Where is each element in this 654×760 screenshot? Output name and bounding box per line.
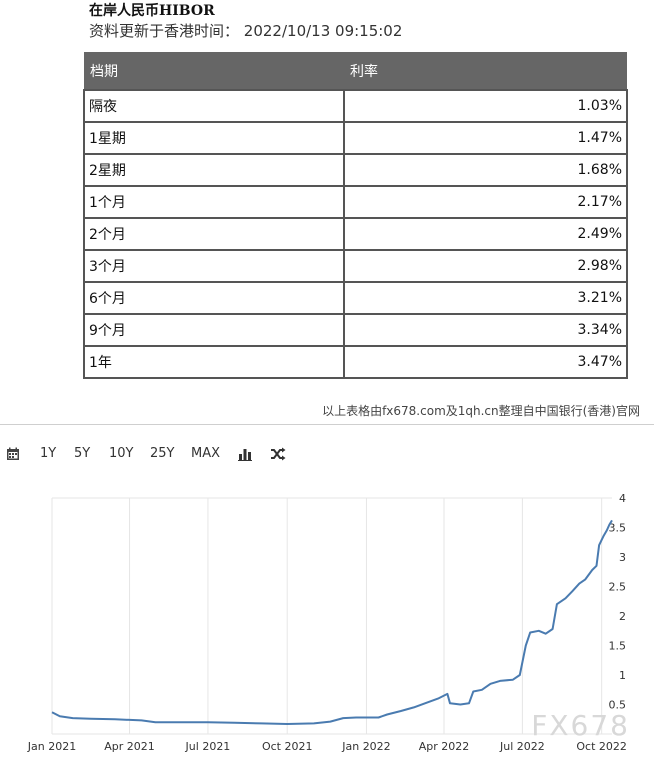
y-tick-label: 2 (619, 610, 626, 623)
x-tick-label: Apr 2021 (104, 740, 155, 753)
table-row: 2星期 1.68% (83, 153, 628, 187)
source-note: 以上表格由fx678.com及1qh.cn整理自中国银行(香港)官网 (322, 404, 640, 418)
rate-cell: 3.34% (343, 313, 628, 347)
y-tick-label: 4 (619, 492, 626, 505)
term-cell: 隔夜 (83, 89, 345, 123)
y-tick-label: 3 (619, 551, 626, 564)
update-timestamp: 资料更新于香港时间： 2022/10/13 09:15:02 (89, 20, 402, 41)
update-label: 资料更新于香港时间： (89, 22, 240, 40)
term-cell: 1个月 (83, 185, 345, 219)
rate-cell: 1.03% (343, 89, 628, 123)
y-axis-ticks: 43.532.521.510.5 (609, 492, 627, 712)
rate-cell: 2.49% (343, 217, 628, 251)
bar-chart-icon[interactable] (238, 447, 252, 461)
range-25y-button[interactable]: 25Y (150, 446, 174, 461)
table-header-row: 档期 利率 (84, 52, 627, 90)
table-row: 3个月 2.98% (83, 249, 628, 283)
section-divider (0, 424, 654, 425)
range-1y-button[interactable]: 1Y (40, 446, 56, 461)
table-row: 6个月 3.21% (83, 281, 628, 315)
x-tick-label: Apr 2022 (419, 740, 470, 753)
y-tick-label: 1.5 (609, 640, 627, 653)
hibor-rate-table: 档期 利率 隔夜 1.03% 1星期 1.47% 2星期 1.68% 1个月 2.17%… (83, 52, 628, 379)
term-cell: 1星期 (83, 121, 345, 155)
page-title: 在岸人民币HIBOR (89, 3, 215, 19)
term-cell: 2个月 (83, 217, 345, 251)
chart-toolbar: 1Y 5Y 10Y 25Y MAX (0, 440, 654, 468)
term-cell: 3个月 (83, 249, 345, 283)
rate-cell: 1.68% (343, 153, 628, 187)
table-row: 隔夜 1.03% (83, 89, 628, 123)
term-cell: 2星期 (83, 153, 345, 187)
table-row: 1星期 1.47% (83, 121, 628, 155)
hibor-line-chart: Jan 2021 Apr 2021 Jul 2021 Oct 2021 Jan 2022… (27, 492, 630, 753)
watermark-text: FX678 (531, 709, 630, 742)
term-cell: 6个月 (83, 281, 345, 315)
range-10y-button[interactable]: 10Y (109, 446, 133, 461)
rate-cell: 1.47% (343, 121, 628, 155)
series-line (51, 519, 613, 725)
table-row: 2个月 2.49% (83, 217, 628, 251)
chart-series (51, 519, 613, 725)
x-tick-label: Oct 2021 (262, 740, 313, 753)
rate-cell: 3.21% (343, 281, 628, 315)
table-row: 1个月 2.17% (83, 185, 628, 219)
rate-cell: 2.17% (343, 185, 628, 219)
rate-cell: 3.47% (343, 345, 628, 379)
chart-gridlines (51, 497, 612, 735)
calendar-icon[interactable] (6, 447, 20, 461)
column-header-term: 档期 (84, 52, 344, 90)
table-row: 1年 3.47% (83, 345, 628, 379)
shuffle-icon[interactable] (270, 447, 286, 461)
term-cell: 9个月 (83, 313, 345, 347)
column-header-rate: 利率 (344, 52, 627, 90)
y-tick-label: 2.5 (609, 581, 627, 594)
rate-cell: 2.98% (343, 249, 628, 283)
y-tick-label: 1 (619, 669, 626, 682)
term-cell: 1年 (83, 345, 345, 379)
range-5y-button[interactable]: 5Y (74, 446, 90, 461)
table-row: 9个月 3.34% (83, 313, 628, 347)
x-tick-label: Jul 2021 (185, 740, 231, 753)
update-time: 2022/10/13 09:15:02 (243, 22, 403, 40)
x-tick-label: Jan 2022 (341, 740, 390, 753)
range-max-button[interactable]: MAX (191, 446, 220, 461)
x-tick-label: Jan 2021 (27, 740, 76, 753)
